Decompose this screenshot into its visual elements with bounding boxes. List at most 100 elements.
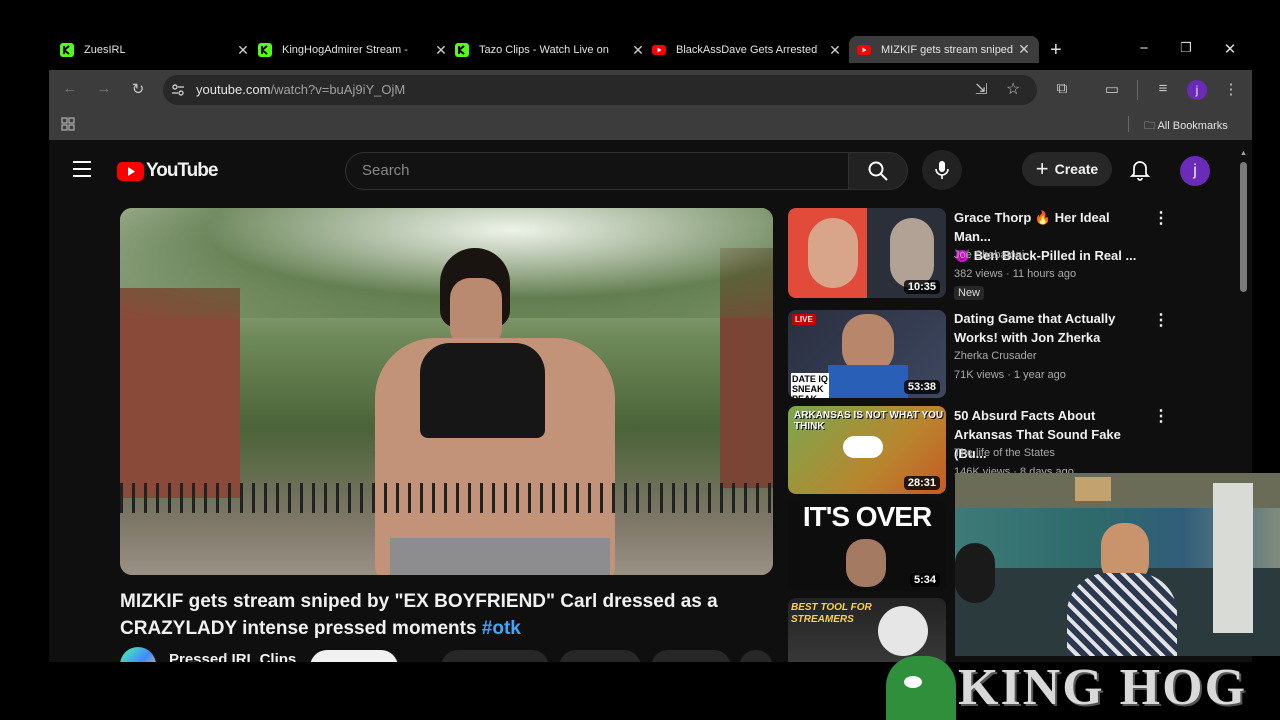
kick-icon — [258, 43, 272, 57]
tab-2[interactable]: Tazo Clips - Watch Live on ✕ — [455, 37, 645, 63]
tab-search-icon[interactable]: ▭ — [1101, 80, 1123, 98]
recommendation-thumbnail[interactable]: 10:35 — [788, 208, 946, 298]
toolbar-divider — [1137, 80, 1138, 100]
bookmarks-divider — [1128, 116, 1129, 132]
folder-icon: 🗀 — [1144, 120, 1155, 132]
tab-0[interactable]: ZuesIRL ✕ — [60, 37, 250, 63]
close-icon[interactable]: ✕ — [631, 42, 645, 59]
video-duration: 28:31 — [903, 476, 940, 490]
scroll-up-arrow[interactable]: ▲ — [1240, 150, 1247, 157]
more-vert-icon[interactable]: ⋮ — [1153, 406, 1169, 426]
pepe-mascot-icon — [886, 656, 956, 720]
overlay-banner: KING HOG — [886, 656, 1280, 720]
account-avatar[interactable]: j — [1180, 156, 1210, 186]
channel-avatar[interactable] — [120, 647, 156, 662]
tab-title: MIZKIF gets stream sniped — [881, 43, 1014, 56]
site-info-icon[interactable] — [171, 83, 185, 97]
webcam-frame-decor — [1075, 477, 1111, 501]
close-icon[interactable]: ✕ — [236, 42, 250, 59]
live-badge: LIVE — [792, 314, 816, 325]
bookmark-star-icon[interactable]: ☆ — [1006, 79, 1020, 99]
bookmarks-bar — [49, 110, 1252, 140]
overlay-banner-text: KING HOG — [958, 659, 1248, 716]
more-vert-icon[interactable]: ⋮ — [1153, 208, 1169, 228]
video-duration: 5:34 — [909, 573, 940, 587]
forward-button[interactable]: → — [93, 80, 115, 97]
webcam-streamer-shirt — [1067, 573, 1177, 656]
all-bookmarks-label: All Bookmarks — [1157, 120, 1228, 132]
profile-avatar[interactable]: j — [1187, 80, 1207, 100]
like-dislike-button[interactable] — [441, 650, 549, 662]
back-button[interactable]: ← — [59, 80, 81, 97]
share-button[interactable] — [559, 650, 641, 662]
create-button[interactable]: + Create — [1022, 152, 1112, 186]
video-title: MIZKIF gets stream sniped by "EX BOYFRIE… — [120, 588, 720, 642]
recommendation-thumbnail[interactable]: IT'S OVER 5:34 — [788, 501, 946, 591]
recommendation-channel[interactable]: The life of the States — [954, 444, 1055, 463]
install-app-icon[interactable]: ⇲ — [975, 80, 988, 98]
video-player[interactable] — [120, 208, 773, 575]
subscribe-button[interactable] — [310, 650, 398, 662]
recommendation-channel[interactable]: Zherka Crusader — [954, 347, 1037, 366]
video-fence — [120, 483, 773, 513]
video-duration: 10:35 — [903, 280, 940, 294]
kick-icon — [60, 43, 74, 57]
recommendation-title[interactable]: Dating Game that Actually Works! with Jo… — [954, 309, 1146, 347]
close-window-button[interactable]: ✕ — [1220, 40, 1240, 58]
tab-3[interactable]: BlackAssDave Gets Arrested ✕ — [652, 37, 842, 63]
voice-search-button[interactable] — [922, 150, 962, 190]
address-bar[interactable]: youtube.com/watch?v=buAj9iY_OjM ⇲ ☆ — [163, 75, 1037, 105]
recommendation-thumbnail[interactable]: LIVE DATE IQ SNEAK PEAK 53:38 — [788, 310, 946, 398]
tab-title: KingHogAdmirer Stream - — [282, 44, 408, 56]
thumb-arrow — [843, 436, 883, 458]
restore-button[interactable]: ❐ — [1176, 40, 1196, 56]
search-icon — [868, 161, 888, 181]
thumb-face — [846, 539, 886, 587]
guide-menu-icon[interactable] — [73, 161, 91, 177]
youtube-logo-text: YouTube — [146, 160, 218, 181]
tab-4-active[interactable]: MIZKIF gets stream sniped ✕ — [849, 36, 1039, 63]
mascot-eye — [904, 676, 922, 688]
new-tab-button[interactable]: + — [1050, 39, 1062, 62]
minimize-button[interactable]: − — [1134, 40, 1154, 57]
youtube-logo[interactable]: YouTube — [117, 160, 218, 182]
title-line: 50 Absurd Facts About — [954, 408, 1096, 423]
recommendation-thumbnail[interactable]: BEST TOOL FOR STREAMERS — [788, 598, 946, 662]
youtube-icon — [652, 45, 666, 55]
tab-1[interactable]: KingHogAdmirer Stream - ✕ — [258, 37, 448, 63]
thumb-face — [808, 218, 858, 288]
recommendation-thumbnail[interactable]: ARKANSAS IS NOT WHAT YOU THINK 28:31 — [788, 406, 946, 494]
close-icon[interactable]: ✕ — [434, 42, 448, 59]
channel-name[interactable]: Pressed IRL Clips — [169, 651, 296, 662]
scrollbar-thumb[interactable] — [1240, 162, 1247, 292]
tab-title: BlackAssDave Gets Arrested — [676, 44, 818, 56]
media-control-icon[interactable]: ≡ — [1152, 80, 1174, 97]
video-building — [120, 288, 240, 498]
all-bookmarks-button[interactable]: 🗀 All Bookmarks — [1144, 117, 1228, 136]
thumb-caption: BEST TOOL FOR STREAMERS — [791, 602, 872, 625]
search-placeholder: Search — [362, 162, 410, 179]
save-button[interactable] — [651, 650, 731, 662]
url-host: youtube.com — [196, 82, 271, 97]
notifications-button[interactable] — [1120, 150, 1160, 190]
video-title-text: MIZKIF gets stream sniped by "EX BOYFRIE… — [120, 591, 718, 639]
apps-grid-icon[interactable] — [61, 117, 75, 131]
title-line: Dating Game that Actually — [954, 311, 1116, 326]
webcam-overlay — [955, 473, 1280, 656]
video-hashtag[interactable]: #otk — [482, 618, 521, 639]
more-actions-button[interactable] — [739, 650, 773, 662]
search-button[interactable] — [848, 152, 908, 190]
video-duration: 53:38 — [903, 380, 940, 394]
thumb-shirt — [828, 365, 908, 398]
close-icon[interactable]: ✕ — [1017, 41, 1031, 58]
thumb-face — [878, 606, 928, 656]
recommendation-channel[interactable]: Joe Shabatoni — [954, 246, 1024, 265]
reload-button[interactable]: ↻ — [127, 80, 149, 98]
thumb-face — [890, 218, 934, 288]
extensions-icon[interactable]: ⧉ — [1051, 80, 1073, 97]
tab-title: Tazo Clips - Watch Live on — [479, 44, 609, 56]
search-input[interactable]: Search — [345, 152, 848, 190]
browser-menu-icon[interactable]: ⋮ — [1220, 80, 1242, 98]
more-vert-icon[interactable]: ⋮ — [1153, 310, 1169, 330]
close-icon[interactable]: ✕ — [828, 42, 842, 59]
